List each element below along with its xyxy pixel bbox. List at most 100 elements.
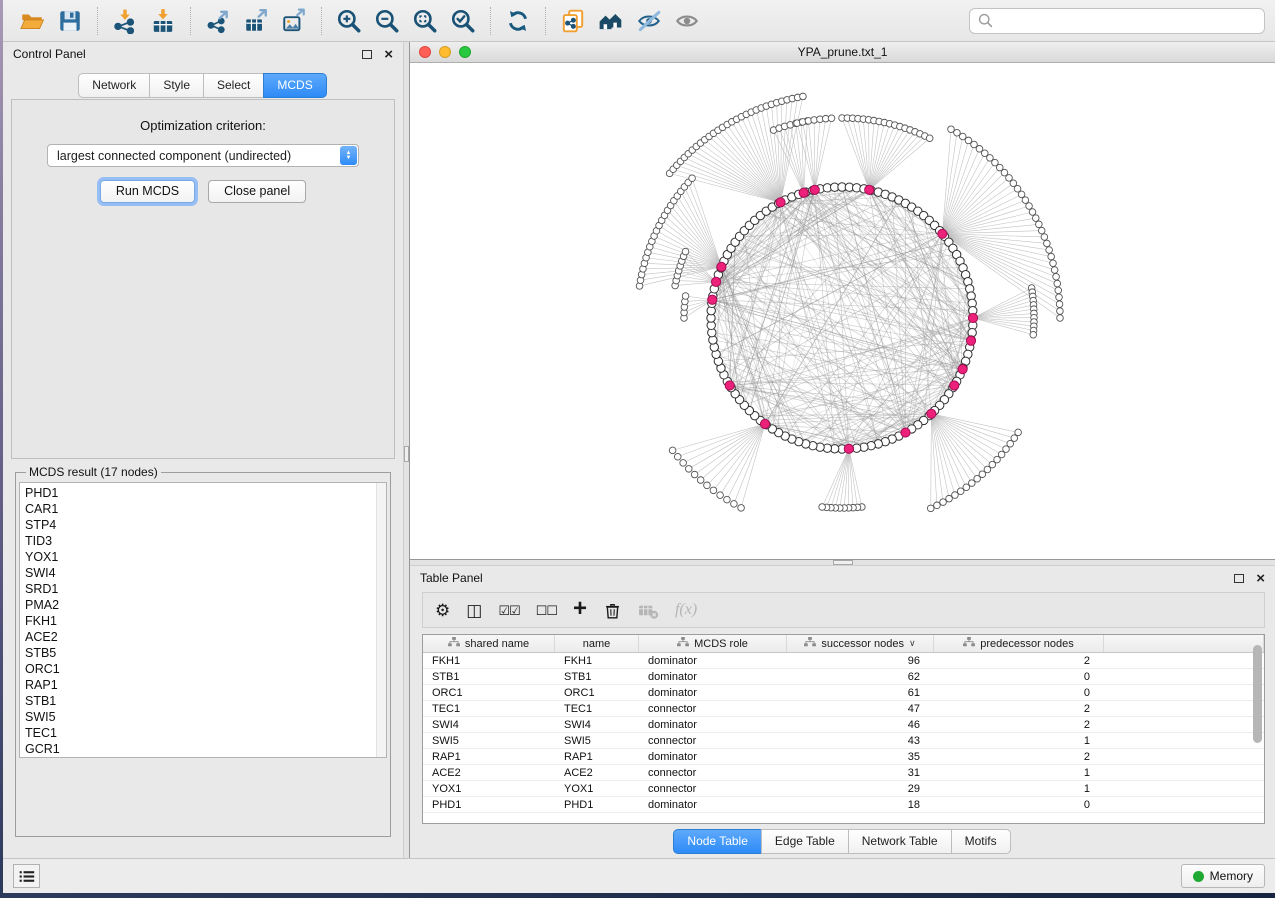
attribute-type-icon: [963, 637, 975, 650]
search-icon: [977, 12, 994, 29]
zoom-selected-icon: [450, 8, 476, 34]
cell: 43: [787, 733, 934, 748]
tab-mcds[interactable]: MCDS: [263, 73, 326, 98]
list-item[interactable]: STB1: [25, 693, 374, 709]
table-row[interactable]: YOX1YOX1connector291: [423, 781, 1264, 797]
open-button[interactable]: [13, 4, 51, 38]
list-item[interactable]: CAR1: [25, 501, 374, 517]
export-network-button[interactable]: [199, 4, 237, 38]
column-header-shared-name[interactable]: shared name: [423, 635, 555, 652]
export-image-button[interactable]: [275, 4, 313, 38]
cell: PHD1: [423, 797, 555, 812]
table-row[interactable]: ACE2ACE2connector311: [423, 765, 1264, 781]
status-menu-button[interactable]: [13, 864, 40, 888]
table-row[interactable]: PHD1PHD1dominator180: [423, 797, 1264, 813]
tab-network[interactable]: Network: [78, 73, 150, 98]
list-item[interactable]: FKH1: [25, 613, 374, 629]
list-item[interactable]: GCR1: [25, 741, 374, 757]
zoom-selected-button[interactable]: [444, 4, 482, 38]
list-item[interactable]: SWI4: [25, 565, 374, 581]
zoom-fit-button[interactable]: [406, 4, 444, 38]
import-table-button[interactable]: [144, 4, 182, 38]
refresh-button[interactable]: [499, 4, 537, 38]
horizontal-splitter-handle[interactable]: [833, 560, 853, 565]
search-input[interactable]: [999, 14, 1257, 28]
column-header-successor-nodes[interactable]: successor nodes∨: [787, 635, 934, 652]
delete-selected-icon[interactable]: [603, 601, 622, 620]
list-item[interactable]: TEC1: [25, 725, 374, 741]
hide-selected-button[interactable]: [630, 4, 668, 38]
main-toolbar-bar: [3, 0, 1275, 42]
network-canvas[interactable]: [410, 63, 1275, 559]
mcds-result-title: MCDS result (17 nodes): [26, 465, 161, 479]
criterion-select[interactable]: largest connected component (undirected)…: [47, 144, 359, 167]
first-neighbors-button[interactable]: [592, 4, 630, 38]
column-header-name[interactable]: name: [555, 635, 639, 652]
column-header-predecessor-nodes[interactable]: predecessor nodes: [934, 635, 1104, 652]
table-panel-title: Table Panel: [420, 571, 483, 585]
minimize-window-icon[interactable]: [439, 46, 451, 58]
list-item[interactable]: PMA2: [25, 597, 374, 613]
deselect-all-icon[interactable]: ☐☐: [536, 604, 557, 617]
show-all-button[interactable]: [668, 4, 706, 38]
table-row[interactable]: STB1STB1dominator620: [423, 669, 1264, 685]
maximize-window-icon[interactable]: [459, 46, 471, 58]
table-row[interactable]: SWI4SWI4dominator462: [423, 717, 1264, 733]
float-panel-icon[interactable]: [362, 50, 372, 59]
list-item[interactable]: YOX1: [25, 549, 374, 565]
export-table-button[interactable]: [237, 4, 275, 38]
hide-selected-icon: [636, 8, 662, 34]
list-item[interactable]: SRD1: [25, 581, 374, 597]
list-item[interactable]: STP4: [25, 517, 374, 533]
horizontal-splitter[interactable]: [410, 559, 1275, 566]
list-item[interactable]: STB5: [25, 645, 374, 661]
close-window-icon[interactable]: [419, 46, 431, 58]
clone-network-button[interactable]: [554, 4, 592, 38]
tab-network-table[interactable]: Network Table: [848, 829, 952, 854]
list-item[interactable]: TID3: [25, 533, 374, 549]
network-graph[interactable]: [410, 63, 1275, 559]
import-network-button[interactable]: [106, 4, 144, 38]
close-panel-icon[interactable]: ×: [384, 47, 393, 62]
tab-motifs[interactable]: Motifs: [951, 829, 1011, 854]
search-box[interactable]: [969, 8, 1265, 34]
tab-style[interactable]: Style: [149, 73, 204, 98]
split-panel-icon[interactable]: ◫: [466, 602, 482, 619]
tab-select[interactable]: Select: [203, 73, 264, 98]
vertical-splitter[interactable]: [403, 42, 410, 858]
cell: SWI4: [555, 717, 639, 732]
table-scrollbar-thumb[interactable]: [1253, 645, 1262, 743]
mcds-list-scrollbar[interactable]: [376, 483, 386, 757]
cell-filler: [1104, 733, 1264, 748]
list-item[interactable]: RAP1: [25, 677, 374, 693]
table-row[interactable]: RAP1RAP1dominator352: [423, 749, 1264, 765]
add-column-icon[interactable]: +: [573, 597, 587, 621]
list-item[interactable]: ACE2: [25, 629, 374, 645]
zoom-in-button[interactable]: [330, 4, 368, 38]
cell: 1: [934, 781, 1104, 796]
table-row[interactable]: SWI5SWI5connector431: [423, 733, 1264, 749]
close-panel-button[interactable]: Close panel: [208, 180, 306, 203]
table-row[interactable]: FKH1FKH1dominator962: [423, 653, 1264, 669]
column-settings-icon[interactable]: ⚙: [435, 602, 450, 619]
network-window-title: YPA_prune.txt_1: [798, 45, 888, 59]
tab-edge-table[interactable]: Edge Table: [761, 829, 849, 854]
table-row[interactable]: ORC1ORC1dominator610: [423, 685, 1264, 701]
table-row[interactable]: TEC1TEC1connector472: [423, 701, 1264, 717]
control-panel-tabs: NetworkStyleSelectMCDS: [3, 73, 403, 98]
vertical-splitter-handle[interactable]: [404, 446, 409, 462]
zoom-out-button[interactable]: [368, 4, 406, 38]
tab-node-table[interactable]: Node Table: [673, 829, 762, 854]
list-item[interactable]: ORC1: [25, 661, 374, 677]
select-all-icon[interactable]: ☑☑: [498, 604, 519, 617]
cell: connector: [639, 733, 787, 748]
run-mcds-button[interactable]: Run MCDS: [100, 180, 195, 203]
column-header-mcds-role[interactable]: MCDS role: [639, 635, 787, 652]
close-table-panel-icon[interactable]: ×: [1256, 571, 1265, 586]
list-item[interactable]: PHD1: [25, 485, 374, 501]
float-table-panel-icon[interactable]: [1234, 574, 1244, 583]
save-button[interactable]: [51, 4, 89, 38]
memory-button[interactable]: Memory: [1181, 864, 1265, 888]
list-item[interactable]: SWI5: [25, 709, 374, 725]
select-stepper-icon: ▲▼: [340, 146, 357, 165]
